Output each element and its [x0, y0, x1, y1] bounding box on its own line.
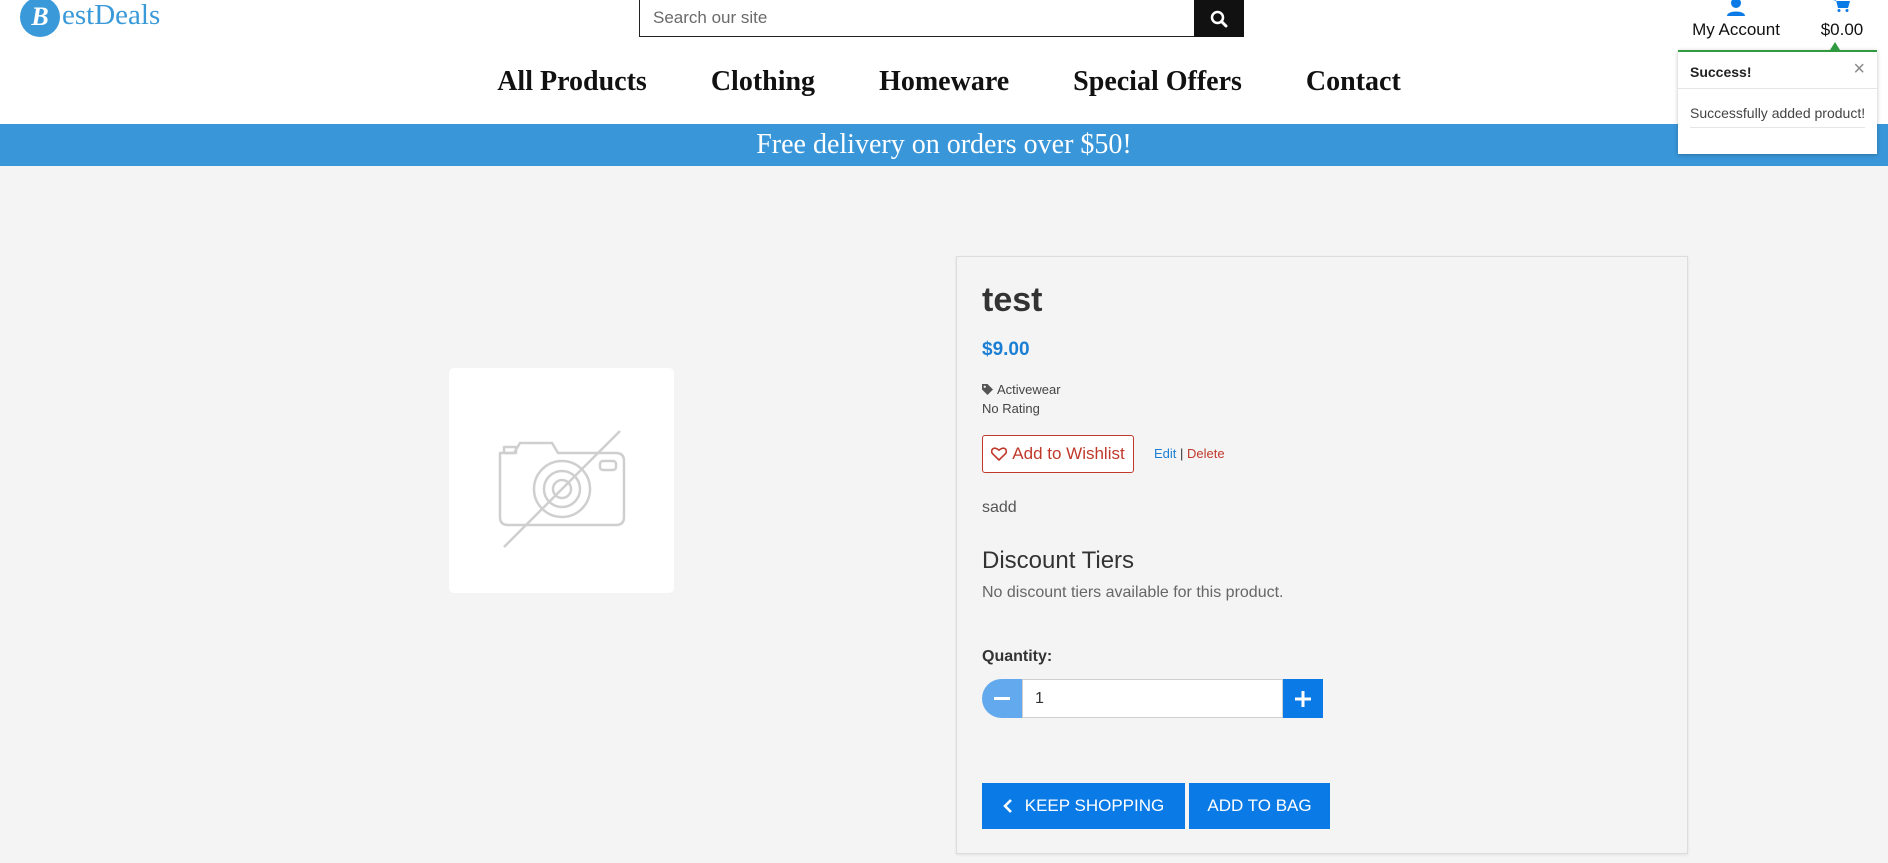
search-input[interactable]	[639, 0, 1194, 37]
cart-total: $0.00	[1820, 20, 1864, 39]
minus-icon	[994, 696, 1010, 700]
edit-link[interactable]: Edit	[1154, 446, 1176, 461]
heart-icon	[991, 447, 1008, 461]
discount-tiers-text: No discount tiers available for this pro…	[982, 584, 1284, 601]
wishlist-label: Add to Wishlist	[1012, 444, 1125, 463]
decrease-quantity-button[interactable]	[982, 679, 1022, 718]
toast-divider	[1678, 88, 1877, 89]
nav-clothing[interactable]: Clothing	[711, 66, 815, 98]
keep-shopping-label: KEEP SHOPPING	[1024, 796, 1165, 815]
cart-icon	[1833, 0, 1850, 12]
logo-badge: B	[20, 0, 60, 37]
nav-homeware[interactable]: Homeware	[879, 66, 1009, 98]
nav-special-offers[interactable]: Special Offers	[1073, 66, 1242, 98]
product-rating: No Rating	[982, 401, 1040, 416]
quantity-input[interactable]	[1022, 679, 1283, 718]
product-description: sadd	[982, 499, 1017, 516]
quantity-stepper	[982, 679, 1323, 718]
nav-contact[interactable]: Contact	[1306, 66, 1401, 98]
site-logo[interactable]: B estDeals	[20, 0, 160, 38]
link-separator: |	[1180, 446, 1184, 461]
product-price: $9.00	[982, 339, 1030, 360]
nav-all-products[interactable]: All Products	[497, 66, 647, 98]
toast-message: Successfully added product!	[1690, 105, 1866, 128]
product-image	[449, 368, 674, 593]
toast-close-button[interactable]: ×	[1853, 58, 1865, 81]
quantity-label: Quantity:	[982, 648, 1053, 665]
main-nav: All Products Clothing Homeware Special O…	[0, 66, 1888, 98]
success-toast: Success! × Successfully added product!	[1678, 50, 1877, 154]
product-details-card: test $9.00 Activewear No Rating Add to W…	[956, 256, 1688, 854]
increase-quantity-button[interactable]	[1283, 679, 1323, 718]
tag-icon	[982, 384, 993, 395]
category-label: Activewear	[997, 382, 1061, 397]
no-image-placeholder-icon	[498, 429, 625, 548]
search-icon	[1210, 10, 1228, 27]
my-account-label: My Account	[1692, 20, 1780, 39]
site-header: B estDeals My Account $0.00 All Products…	[0, 0, 1888, 124]
my-account-link[interactable]: My Account	[1690, 0, 1782, 40]
toast-title: Success!	[1690, 64, 1752, 80]
add-to-wishlist-button[interactable]: Add to Wishlist	[982, 435, 1134, 473]
promo-banner: Free delivery on orders over $50!	[0, 124, 1888, 166]
keep-shopping-button[interactable]: KEEP SHOPPING	[982, 783, 1185, 829]
user-icon	[1727, 0, 1745, 16]
add-to-bag-button[interactable]: ADD TO BAG	[1189, 783, 1330, 829]
discount-tiers-heading: Discount Tiers	[982, 547, 1135, 574]
cart-link[interactable]: $0.00	[1812, 0, 1872, 40]
chevron-left-icon	[1002, 799, 1012, 813]
toast-arrow	[1830, 42, 1840, 50]
plus-icon	[1295, 690, 1311, 707]
search-button[interactable]	[1194, 0, 1244, 37]
product-title: test	[982, 281, 1043, 319]
admin-links: Edit | Delete	[1154, 446, 1225, 461]
delete-link[interactable]: Delete	[1187, 446, 1225, 461]
search-bar	[639, 0, 1244, 37]
product-category[interactable]: Activewear	[982, 382, 1061, 397]
logo-text: estDeals	[62, 0, 161, 31]
